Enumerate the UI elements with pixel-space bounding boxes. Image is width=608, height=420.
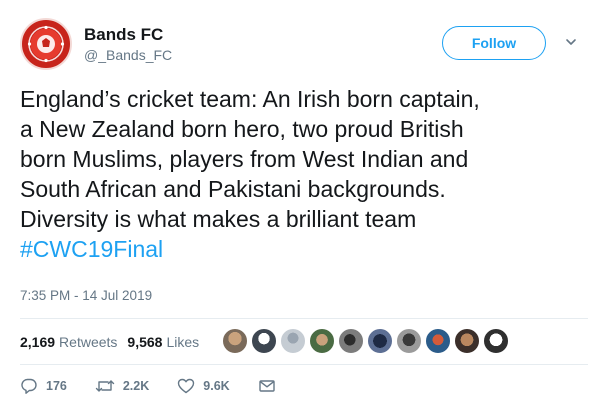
tweet-card: Bands FC @_Bands_FC Follow England’s cri…	[0, 0, 608, 420]
retweet-count: 2.2K	[122, 379, 150, 393]
chevron-down-icon[interactable]	[565, 36, 577, 48]
retweets-stat[interactable]: 2,169 Retweets	[20, 334, 117, 350]
envelope-icon	[258, 380, 275, 392]
engagement-stats: 2,169 Retweets 9,568 Likes	[20, 322, 209, 362]
avatar[interactable]	[280, 328, 306, 354]
tweet-timestamp[interactable]: 7:35 PM - 14 Jul 2019	[20, 288, 152, 303]
likes-label: Likes	[166, 334, 200, 350]
retweet-button[interactable]: 2.2K	[95, 377, 149, 395]
tweet-line: a New Zealand born hero, two proud Briti…	[20, 116, 464, 142]
divider	[20, 364, 588, 365]
divider	[20, 318, 588, 319]
follow-button[interactable]: Follow	[442, 26, 546, 60]
retweet-icon	[95, 380, 115, 392]
avatar[interactable]	[309, 328, 335, 354]
likers-avatars	[222, 328, 512, 354]
retweets-count: 2,169	[20, 334, 56, 350]
avatar[interactable]	[396, 328, 422, 354]
display-name[interactable]: Bands FC	[84, 24, 172, 46]
avatar[interactable]	[367, 328, 393, 354]
avatar[interactable]	[454, 328, 480, 354]
tweet-line: England’s cricket team: An Irish born ca…	[20, 86, 480, 112]
account-names: Bands FC @_Bands_FC	[84, 24, 172, 64]
tweet-line: South African and Pakistani backgrounds.	[20, 176, 446, 202]
heart-icon	[178, 378, 195, 394]
avatar[interactable]	[483, 328, 509, 354]
avatar[interactable]	[338, 328, 364, 354]
likes-count: 9,568	[127, 334, 163, 350]
avatar[interactable]	[222, 328, 248, 354]
tweet-line: born Muslims, players from West Indian a…	[20, 146, 469, 172]
avatar[interactable]	[425, 328, 451, 354]
like-button[interactable]: 9.6K	[177, 377, 230, 395]
team-crest-icon	[27, 25, 65, 63]
message-button[interactable]	[258, 377, 284, 395]
account-handle[interactable]: @_Bands_FC	[84, 46, 172, 64]
hashtag-link[interactable]: #CWC19Final	[20, 234, 590, 264]
avatar[interactable]	[20, 18, 72, 70]
avatar[interactable]	[251, 328, 277, 354]
reply-count: 176	[46, 379, 67, 393]
like-count: 9.6K	[203, 379, 230, 393]
retweets-label: Retweets	[59, 334, 118, 350]
tweet-text: England’s cricket team: An Irish born ca…	[20, 84, 590, 264]
tweet-actions: 176 2.2K 9.6K	[20, 374, 312, 398]
tweet-line: Diversity is what makes a brilliant team	[20, 206, 417, 232]
reply-button[interactable]: 176	[20, 377, 67, 395]
reply-icon	[21, 378, 37, 394]
likes-stat[interactable]: 9,568 Likes	[127, 334, 199, 350]
